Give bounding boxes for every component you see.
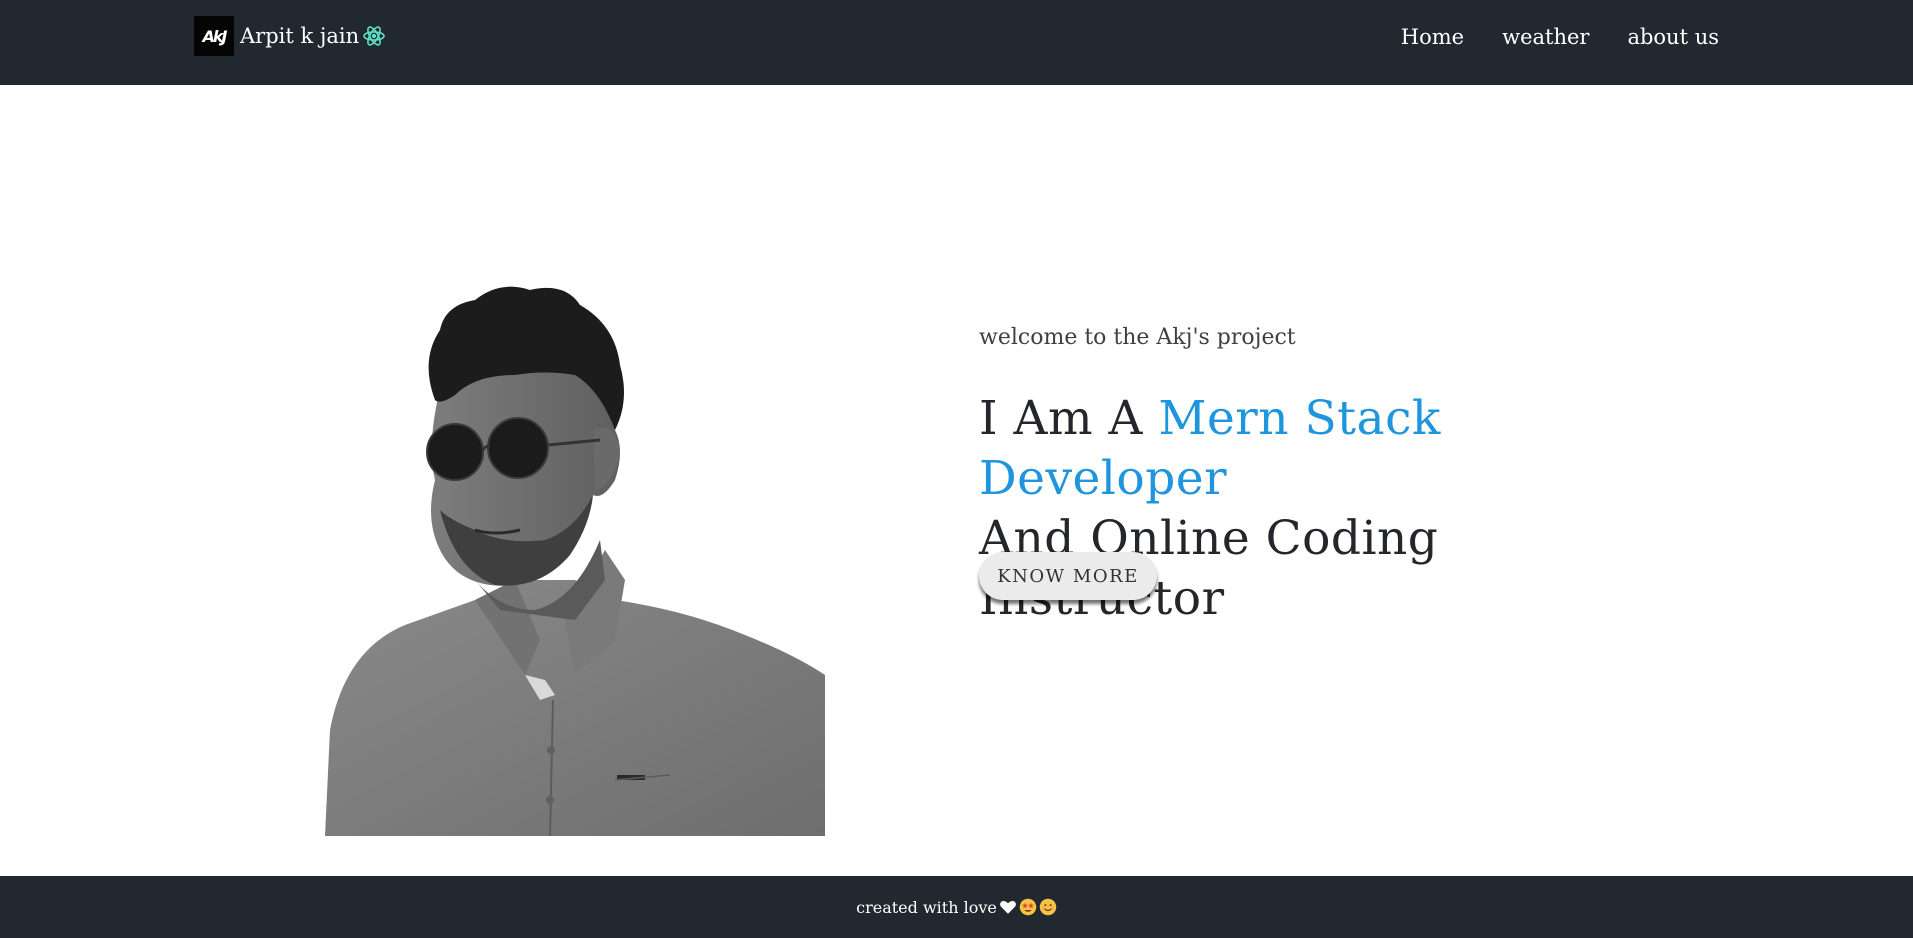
footer-label: created with love [856,897,997,917]
star-struck-icon [1019,898,1037,916]
brand-name: Arpit k jain [240,23,360,48]
profile-photo [325,286,825,836]
nav-links: Home weather about us [1382,22,1719,52]
smiling-face-icon [1039,898,1057,916]
headline-prefix: I Am A [979,391,1143,446]
nav-link-home[interactable]: Home [1382,22,1483,52]
white-heart-icon [999,901,1016,914]
react-atom-icon [363,26,385,46]
welcome-text: welcome to the Akj's project [979,325,1296,350]
brand-link[interactable]: AkJ Arpit k jain [194,16,386,56]
nav-link-weather[interactable]: weather [1483,22,1608,52]
navbar: AkJ Arpit k jain Home weather about us [0,0,1913,85]
footer-text: created with love [856,898,1057,917]
know-more-button[interactable]: KNOW MORE [979,552,1157,600]
footer: created with love [0,876,1913,938]
brand-logo: AkJ [194,16,234,56]
nav-link-about-us[interactable]: about us [1608,22,1719,52]
brand-logo-text: AkJ [202,26,228,46]
